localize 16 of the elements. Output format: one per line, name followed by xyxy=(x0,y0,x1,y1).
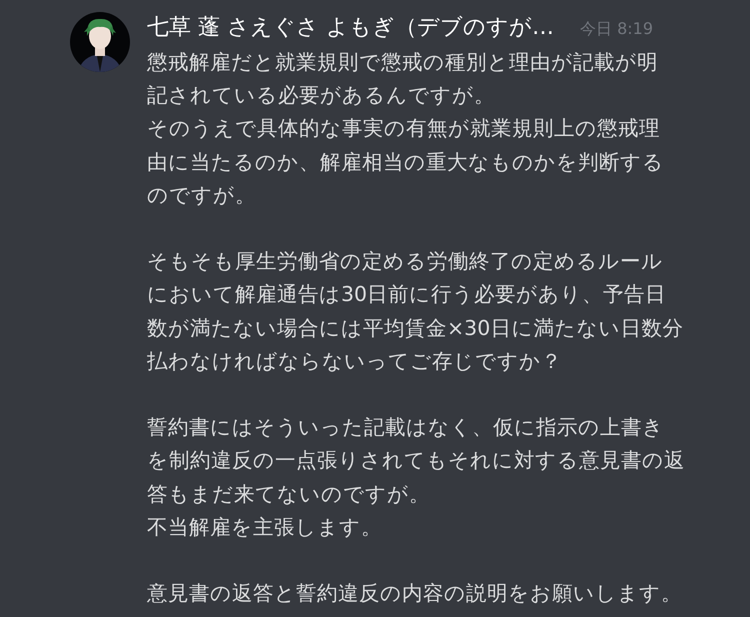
message-text: 払わなければならないってご存じですか？ xyxy=(147,348,563,375)
message-text: 意見書の返答と誓約違反の内容の説明をお願いします。 xyxy=(147,580,683,608)
message-text: そのうえで具体的な事実の有無が就業規則上の懲戒理 xyxy=(147,115,661,142)
message-text: のですが。 xyxy=(147,182,257,209)
message-text: 数が満たない場合には平均賃金×30日に満たない日数分 xyxy=(147,314,684,342)
message-text: 答もまだ来てないのですが。 xyxy=(147,480,431,508)
author-name[interactable]: 七草 蓬 さえぐさ よもぎ（デブのすが… xyxy=(147,12,554,42)
message-text: 誓約書にはそういった記載はなく、仮に指示の上書き xyxy=(147,414,665,442)
message-timestamp: 今日 8:19 xyxy=(580,19,653,40)
message-text: そもそも厚生労働省の定める労働終了の定めるルール xyxy=(147,248,664,276)
message-text: において解雇通告は30日前に行う必要があり、予告日 xyxy=(147,281,668,308)
message-text: を制約違反の一点張りされてもそれに対する意見書の返 xyxy=(147,447,685,474)
message-text: 由に当たるのか、解雇相当の重大なものかを判断する xyxy=(147,148,665,176)
message-text: 不当解雇を主張します。 xyxy=(147,514,383,541)
message-text: 記されている必要があるんですが。 xyxy=(147,82,496,110)
message-text: 懲戒解雇だと就業規則で懲戒の種別と理由が記載が明 xyxy=(147,49,659,76)
